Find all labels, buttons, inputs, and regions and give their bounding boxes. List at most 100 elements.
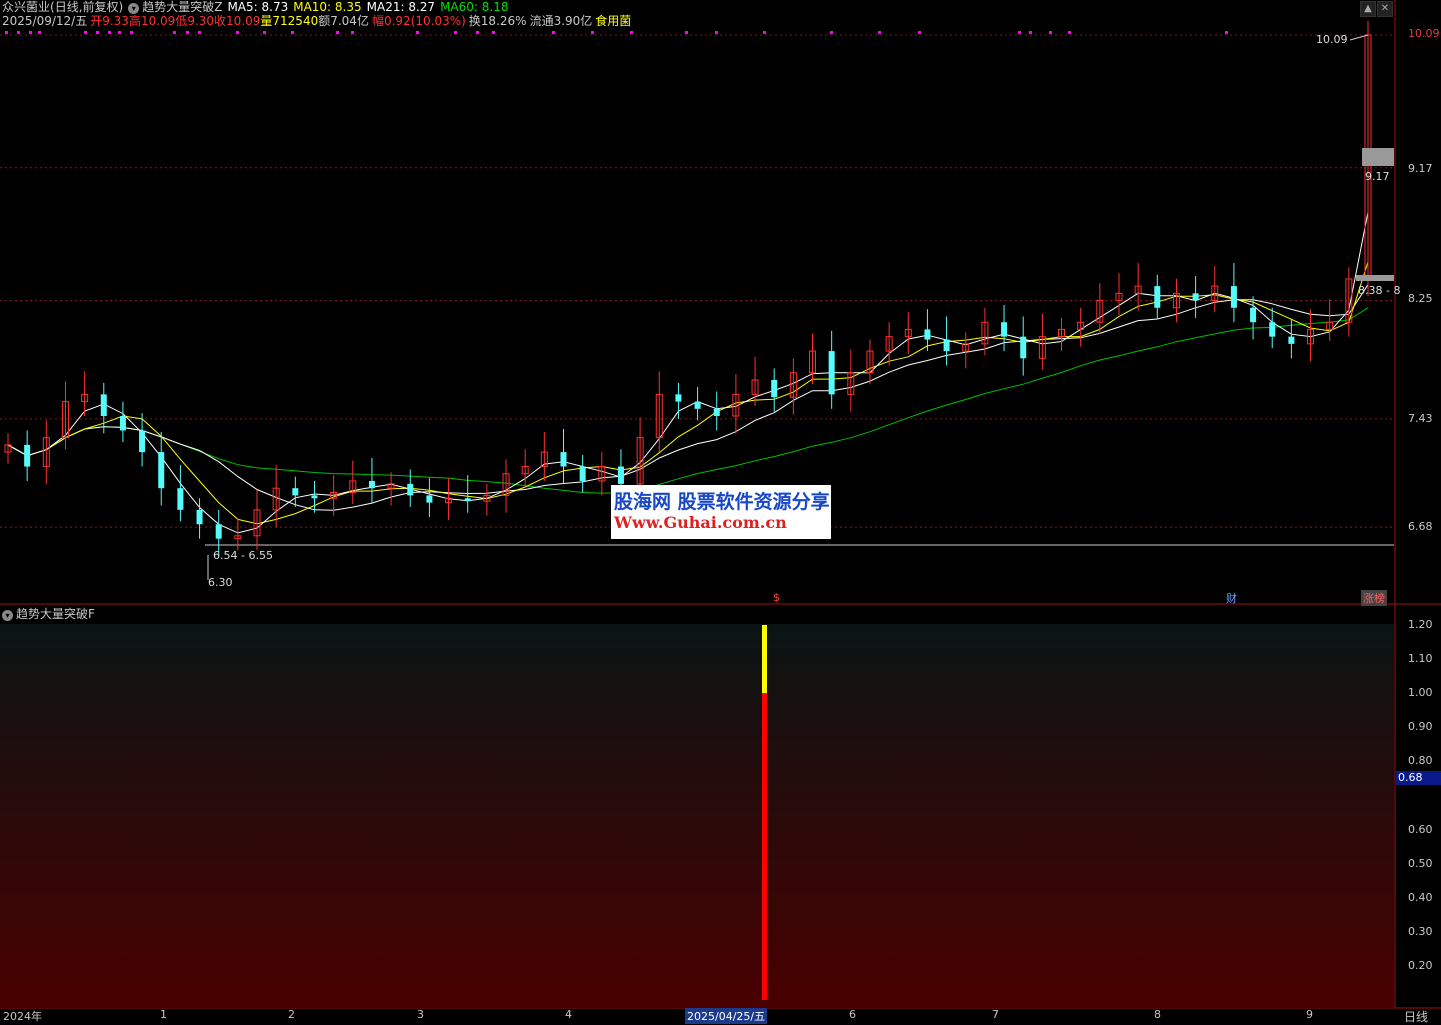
signal-dot (552, 31, 555, 34)
x-tick-label: 2 (288, 1008, 295, 1021)
candle-body-down (924, 329, 931, 340)
signal-dot (685, 31, 688, 34)
signal-dot (84, 31, 87, 34)
low-price-label: 6.30 (208, 576, 233, 589)
candle-body-down (1230, 286, 1237, 308)
signal-dot (291, 31, 294, 34)
candle-body-down (196, 509, 203, 525)
signal-dot (5, 31, 8, 34)
high-price-label: 10.09 (1316, 33, 1348, 46)
sub-y-tick-label: 1.00 (1408, 686, 1433, 700)
sub-y-tick-label: 0.50 (1408, 856, 1433, 870)
candle-body-down (694, 401, 701, 409)
price-range-block-lower (1356, 275, 1394, 281)
signal-dot (173, 31, 176, 34)
candle-body-down (1001, 322, 1008, 337)
x-tick-label: 1 (160, 1008, 167, 1021)
signal-dot (878, 31, 881, 34)
signal-dot (38, 31, 41, 34)
signal-dot (416, 31, 419, 34)
candle-body-down (368, 480, 375, 489)
candle-body-down (617, 466, 624, 484)
signal-dot (1018, 31, 1021, 34)
price-range-block-upper (1362, 148, 1394, 166)
sub-y-tick-label: 1.10 (1408, 652, 1433, 666)
x-tick-label: 3 (417, 1008, 424, 1021)
candle-body-down (943, 339, 950, 352)
signal-dot (1068, 31, 1071, 34)
x-tick-label: 8 (1154, 1008, 1161, 1021)
signal-dot (918, 31, 921, 34)
signal-dot (630, 31, 633, 34)
signal-dot (118, 31, 121, 34)
candle-body-down (292, 488, 299, 496)
watermark-line1: 股海网 股票软件资源分享 (614, 491, 830, 513)
sub-panel-background (0, 624, 1394, 1008)
limit-board-marker[interactable]: 涨榜 (1361, 590, 1387, 606)
candle-body-down (311, 495, 318, 499)
signal-dot (130, 31, 133, 34)
y-tick-label: 9.17 (1408, 162, 1433, 175)
candle-body-down (215, 524, 222, 539)
signal-dot (198, 31, 201, 34)
signal-dot (17, 31, 20, 34)
finance-marker[interactable]: 财 (1226, 590, 1237, 606)
signal-dot (336, 31, 339, 34)
signal-dot (186, 31, 189, 34)
signal-dot (351, 31, 354, 34)
signal-dot (763, 31, 766, 34)
period-selector[interactable]: 日线 (1404, 1008, 1428, 1025)
candle-body-down (1192, 293, 1199, 301)
signal-dot (1029, 31, 1032, 34)
signal-dot (476, 31, 479, 34)
signal-dot (29, 31, 32, 34)
range-price-label: 8.38 - 8 (1358, 284, 1401, 297)
signal-dot (108, 31, 111, 34)
sub-y-tick-label: 0.80 (1408, 754, 1433, 768)
candle-body-down (1269, 322, 1276, 337)
y-tick-label: 10.09 (1408, 27, 1440, 40)
x-tick-label: 6 (849, 1008, 856, 1021)
candle-body-down (100, 394, 107, 417)
watermark: 股海网 股票软件资源分享 Www.Guhai.com.cn (611, 485, 831, 539)
mid-price-label: 9.17 (1365, 170, 1390, 183)
candle-body-down (158, 452, 165, 489)
candle-body-down (119, 416, 126, 431)
sub-y-tick-label: 1.20 (1408, 618, 1433, 631)
event-marker[interactable]: $ (773, 591, 780, 604)
y-tick-label: 8.25 (1408, 292, 1433, 305)
candle-body-down (579, 466, 586, 481)
signal-dot (715, 31, 718, 34)
signal-dot (591, 31, 594, 34)
candle-body-down (1250, 307, 1257, 323)
sub-current-value: 0.68 (1396, 771, 1441, 785)
candle-body-down (464, 498, 471, 502)
candle-body-down (426, 495, 433, 503)
sub-indicator-title[interactable]: ▾ 趋势大量突破F (2, 605, 95, 622)
watermark-line2: Www.Guhai.com.cn (614, 513, 787, 532)
sub-y-tick-label: 0.40 (1408, 890, 1433, 904)
candle-body-down (1288, 336, 1295, 344)
candle-body-down (560, 452, 567, 467)
sub-y-tick-label: 0.90 (1408, 720, 1433, 734)
signal-dot (492, 31, 495, 34)
candle-body-down (1154, 286, 1161, 308)
signal-dot (454, 31, 457, 34)
ma60-line (7, 307, 1369, 494)
candle-body-down (139, 430, 146, 453)
candle-body-down (177, 488, 184, 510)
candle-body-down (828, 351, 835, 395)
signal-dot (1049, 31, 1052, 34)
x-tick-label: 4 (565, 1008, 572, 1021)
y-tick-label: 6.68 (1408, 520, 1433, 533)
candle-body-down (771, 379, 778, 398)
sub-y-tick-label: 0.60 (1408, 822, 1433, 836)
candle-body-down (24, 444, 31, 467)
low-range-label: 6.54 - 6.55 (213, 549, 273, 562)
signal-bar-upper (762, 625, 767, 694)
x-tick-label: 9 (1306, 1008, 1313, 1021)
sub-y-tick-label: 0.30 (1408, 924, 1433, 938)
sub-dropdown-icon[interactable]: ▾ (2, 610, 13, 621)
sub-indicator-name: 趋势大量突破F (16, 607, 95, 621)
sub-y-tick-label: 0.20 (1408, 958, 1433, 972)
